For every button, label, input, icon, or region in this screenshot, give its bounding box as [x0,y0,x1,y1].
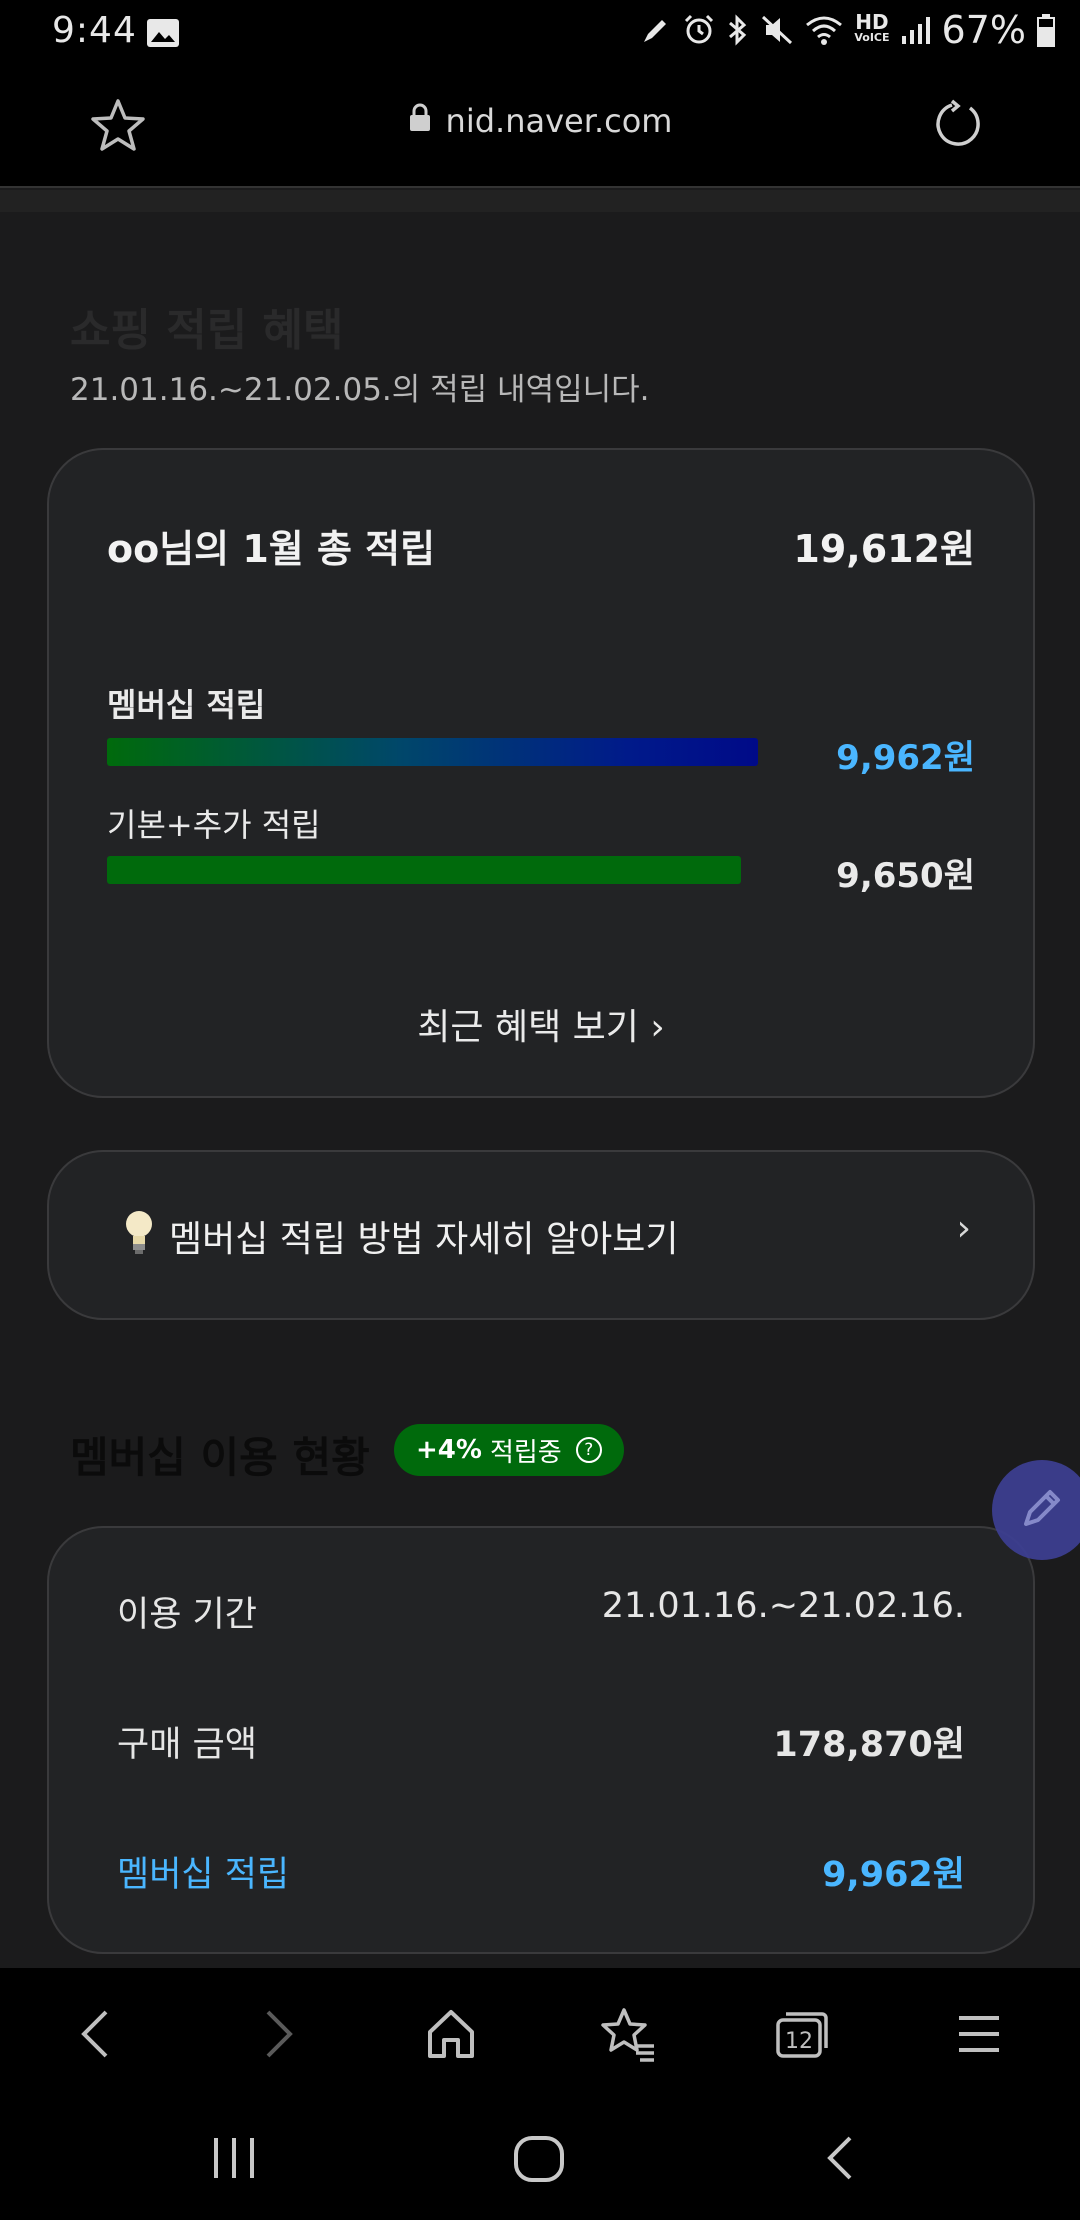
hd-label: HD [855,10,889,34]
total-value: 19,612원 [793,527,975,571]
home-icon[interactable] [424,2006,478,2066]
page-top-strip [0,190,1080,212]
badge-text: 적립중 [489,1437,562,1468]
home-circle-icon[interactable] [512,2134,566,2188]
url-field[interactable]: nid.naver.com [0,102,1080,140]
period-text: 21.01.16.~21.02.05.의 적립 내역입니다. [70,372,650,408]
browser-url-bar: nid.naver.com [0,62,1080,188]
recent-benefits-link[interactable]: 최근 혜택 보기 › [49,998,1033,1050]
summary-card: oo님의 1월 총 적립 19,612원 멤버십 적립 9,962원 기본+추가… [47,448,1035,1098]
purchase-value: 178,870원 [773,1725,965,1765]
bookmarks-icon[interactable] [598,2006,656,2066]
badge-rate: +4% [416,1435,482,1465]
alarm-icon [682,13,716,47]
reload-icon[interactable] [930,98,984,156]
page-title: 쇼핑 적립 혜택 [70,305,344,356]
bluetooth-icon [726,13,750,47]
browser-toolbar: 12 [0,1968,1080,2098]
wifi-icon [804,13,844,47]
system-nav-bar [0,2098,1080,2220]
image-icon [146,16,180,57]
total-label: oo님의 1월 총 적립 [107,527,436,571]
basic-progress-bar [107,856,741,884]
pencil-icon [640,14,672,46]
recents-icon[interactable] [210,2134,258,2186]
url-text: nid.naver.com [445,102,673,140]
basic-value: 9,650원 [836,856,975,896]
lock-icon [408,102,432,140]
system-back-icon[interactable] [820,2134,860,2186]
tabs-count: 12 [785,2029,813,2054]
purchase-label: 구매 금액 [117,1725,257,1765]
usage-section-title: 멤버십 이용 현황 [70,1433,370,1482]
signal-icon [900,14,932,46]
usage-period-label: 이용 기간 [117,1595,257,1635]
battery-icon [1036,13,1056,47]
chevron-right-icon: › [956,1208,971,1249]
membership-label: 멤버십 적립 [107,686,266,724]
edit-icon [1016,1482,1068,1538]
status-icons: HD VoICE 67% [640,8,1056,52]
menu-icon[interactable] [956,2006,1002,2066]
battery-percent: 67% [941,8,1026,52]
bulb-icon [123,1208,155,1260]
usage-membership-value: 9,962원 [822,1855,965,1895]
page-content: 쇼핑 적립 혜택 21.01.16.~21.02.05.의 적립 내역입니다. … [0,212,1080,1968]
usage-card: 이용 기간 21.01.16.~21.02.16. 구매 금액 178,870원… [47,1526,1035,1954]
basic-label: 기본+추가 적립 [107,806,321,844]
help-icon[interactable]: ? [575,1437,602,1463]
usage-period-value: 21.01.16.~21.02.16. [601,1586,965,1626]
membership-value: 9,962원 [836,738,975,778]
status-time: 9:44 [52,10,137,51]
status-bar: 9:44 HD VoICE 67% [0,0,1080,62]
usage-membership-label: 멤버십 적립 [117,1855,290,1895]
voice-label: VoICE [854,31,890,44]
guide-card[interactable]: 멤버십 적립 방법 자세히 알아보기 › [47,1150,1035,1320]
mute-icon [760,13,794,47]
hd-voice-indicator: HD VoICE [854,10,890,45]
earning-badge: +4% 적립중 ? [394,1424,624,1476]
back-icon[interactable] [76,2006,116,2066]
tabs-icon[interactable]: 12 [774,2006,832,2066]
guide-link-label: 멤버십 적립 방법 자세히 알아보기 [169,1219,679,1260]
membership-progress-bar [107,738,758,766]
forward-icon[interactable] [258,2006,298,2066]
